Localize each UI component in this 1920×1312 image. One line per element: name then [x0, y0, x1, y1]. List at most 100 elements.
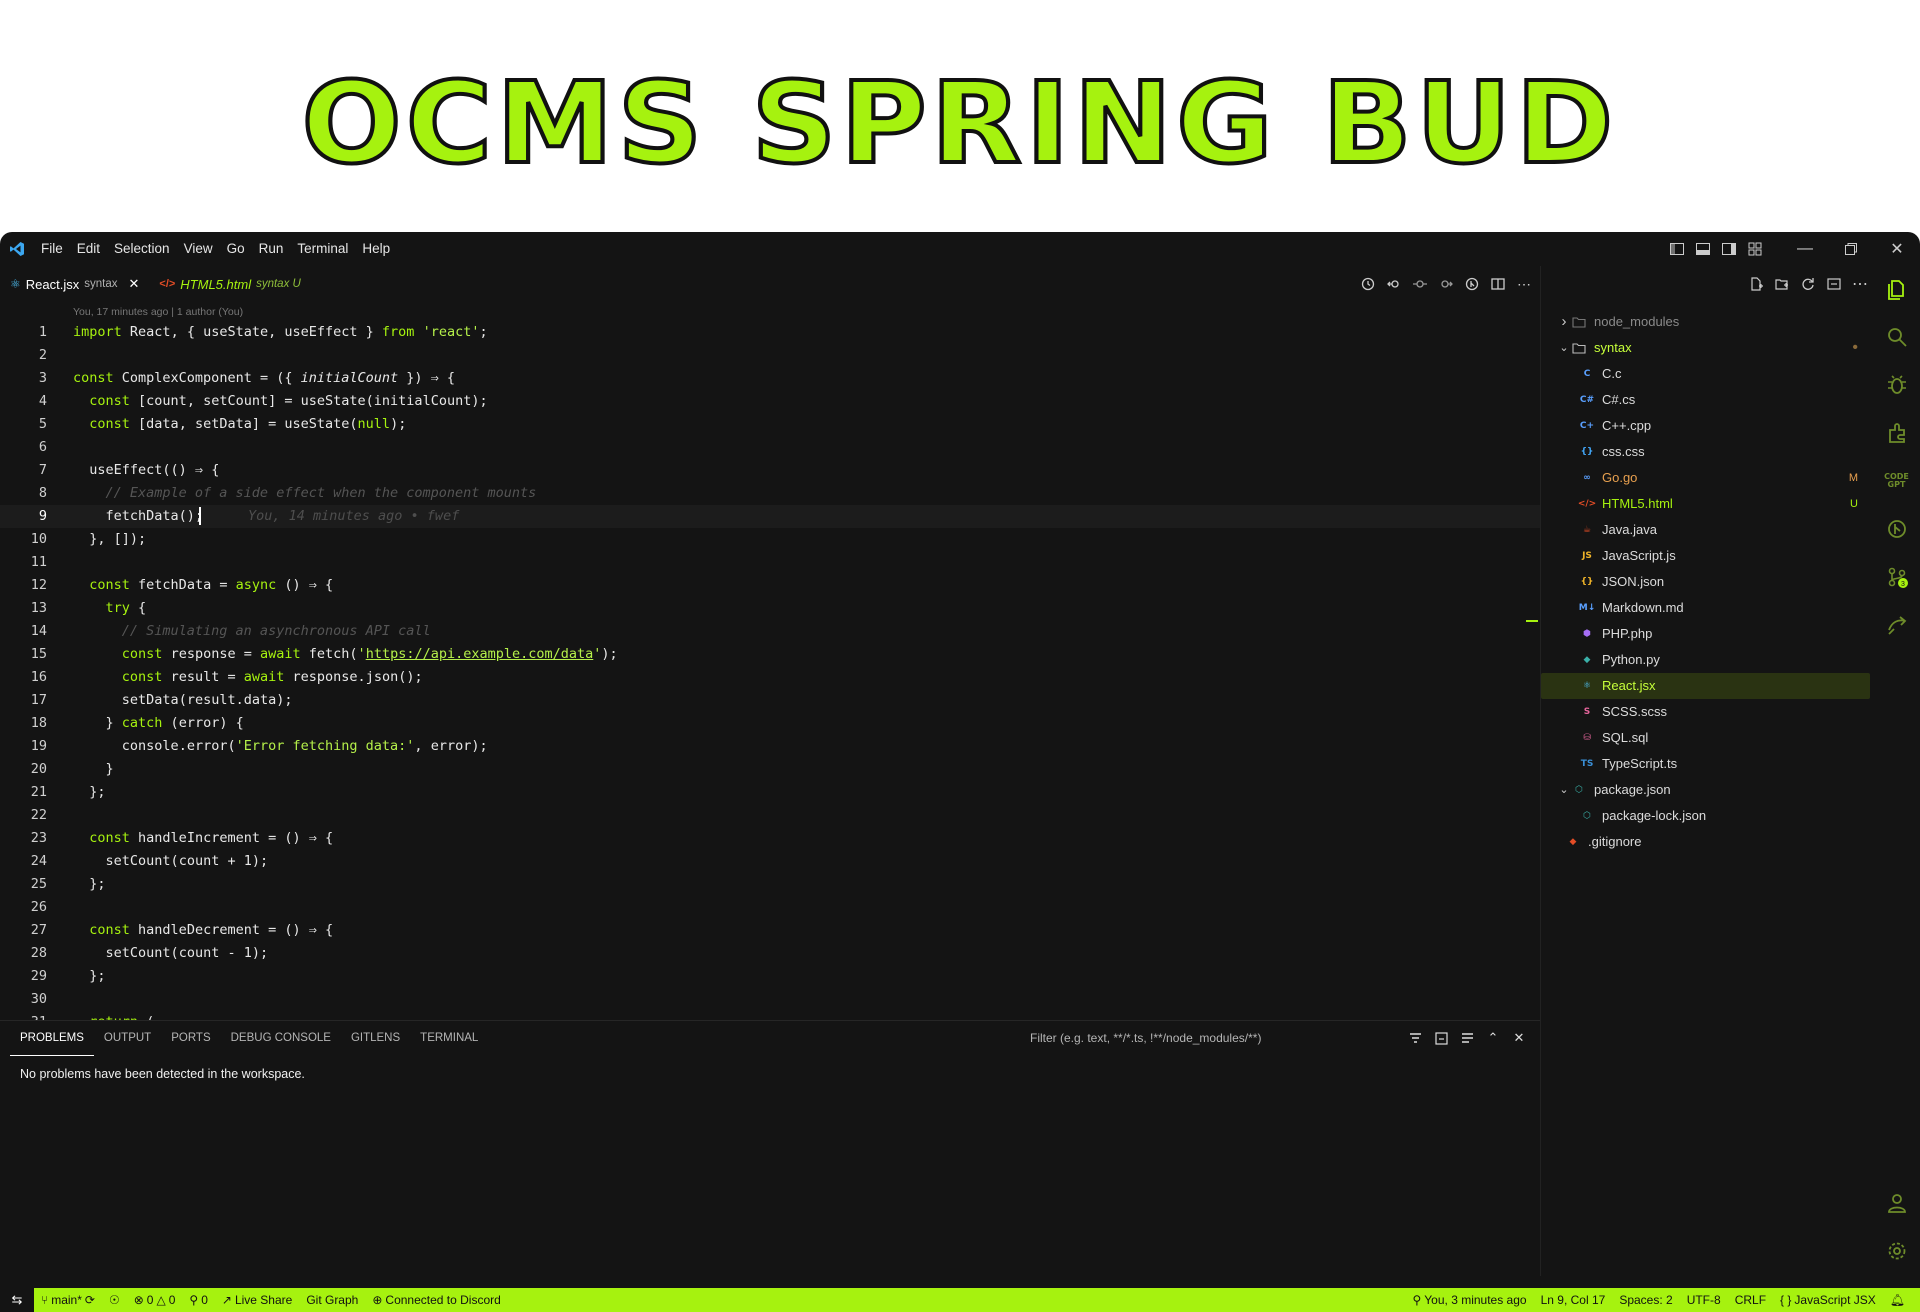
- close-window-icon[interactable]: ✕: [1874, 232, 1920, 266]
- code-line[interactable]: 31 return (: [0, 1011, 1540, 1020]
- menu-edit[interactable]: Edit: [70, 232, 107, 266]
- explorer-item-sql-sql[interactable]: ⛁ SQL.sql: [1541, 725, 1874, 751]
- explorer-item-react-jsx[interactable]: ⚛ React.jsx: [1541, 673, 1870, 699]
- collapse-all-icon[interactable]: [1430, 1027, 1452, 1049]
- close-panel-icon[interactable]: ✕: [1508, 1027, 1530, 1049]
- source-control-icon[interactable]: 3: [1873, 554, 1920, 600]
- encoding-status[interactable]: UTF-8: [1680, 1293, 1728, 1307]
- explorer-icon[interactable]: [1873, 266, 1920, 312]
- code-line[interactable]: 3 const ComplexComponent = ({ initialCoun…: [0, 367, 1540, 390]
- menu-go[interactable]: Go: [220, 232, 252, 266]
- discord-status[interactable]: ⊕ Connected to Discord: [365, 1293, 507, 1307]
- filter-icon[interactable]: [1404, 1027, 1426, 1049]
- panel-tab-terminal[interactable]: TERMINAL: [410, 1021, 488, 1056]
- ports-status[interactable]: ⚲ 0: [182, 1293, 214, 1307]
- explorer-item-gitignore[interactable]: ◆ .gitignore: [1541, 829, 1874, 855]
- explorer-item-syntax[interactable]: ⌄ syntax •: [1541, 335, 1874, 361]
- code-line[interactable]: 21 };: [0, 781, 1540, 804]
- code-line[interactable]: 1 import React, { useState, useEffect } f…: [0, 321, 1540, 344]
- explorer-item-php-php[interactable]: ⬢ PHP.php: [1541, 621, 1874, 647]
- notifications-bell-icon[interactable]: 🔔︎: [1883, 1293, 1912, 1307]
- explorer-item-go-go[interactable]: ∞ Go.go M: [1541, 465, 1874, 491]
- code-line[interactable]: 17 setData(result.data);: [0, 689, 1540, 712]
- split-editor-icon[interactable]: [1487, 273, 1509, 295]
- code-line[interactable]: 26: [0, 896, 1540, 919]
- more-actions-icon[interactable]: ⋯: [1513, 273, 1535, 295]
- explorer-item-python-py[interactable]: ◆ Python.py: [1541, 647, 1874, 673]
- code-editor[interactable]: You, 17 minutes ago | 1 author (You) 1 im…: [0, 302, 1540, 1020]
- cursor-position[interactable]: Ln 9, Col 17: [1534, 1293, 1613, 1307]
- blame-status[interactable]: ⚲ You, 3 minutes ago: [1405, 1293, 1533, 1307]
- toggle-primary-sidebar-icon[interactable]: [1664, 232, 1690, 266]
- remote-explorer-icon[interactable]: [1873, 602, 1920, 648]
- code-line[interactable]: 12 const fetchData = async () ⇒ {: [0, 574, 1540, 597]
- github-icon[interactable]: ☉: [102, 1293, 127, 1307]
- menu-file[interactable]: File: [34, 232, 70, 266]
- code-line[interactable]: 22: [0, 804, 1540, 827]
- maximize-panel-icon[interactable]: ⌃: [1482, 1027, 1504, 1049]
- next-change-icon[interactable]: [1435, 273, 1457, 295]
- code-line[interactable]: 27 const handleDecrement = () ⇒ {: [0, 919, 1540, 942]
- problems-filter-input[interactable]: Filter (e.g. text, **/*.ts, !**/node_mod…: [1030, 1031, 1261, 1045]
- menu-view[interactable]: View: [177, 232, 220, 266]
- view-as-list-icon[interactable]: [1456, 1027, 1478, 1049]
- code-line[interactable]: 19 console.error('Error fetching data:',…: [0, 735, 1540, 758]
- accounts-icon[interactable]: [1873, 1180, 1920, 1226]
- indentation-status[interactable]: Spaces: 2: [1612, 1293, 1679, 1307]
- explorer-item-html5-html[interactable]: </> HTML5.html U: [1541, 491, 1874, 517]
- codegpt-icon[interactable]: CODE GPT: [1873, 458, 1920, 504]
- gitlens-icon[interactable]: [1461, 273, 1483, 295]
- debug-icon[interactable]: [1873, 362, 1920, 408]
- collapse-folders-icon[interactable]: [1823, 273, 1845, 295]
- open-changes-icon[interactable]: [1383, 273, 1405, 295]
- code-line[interactable]: 29 };: [0, 965, 1540, 988]
- panel-tab-problems[interactable]: PROBLEMS: [10, 1021, 94, 1056]
- code-line[interactable]: 30: [0, 988, 1540, 1011]
- eol-status[interactable]: CRLF: [1728, 1293, 1773, 1307]
- explorer-item-json-json[interactable]: {} JSON.json: [1541, 569, 1874, 595]
- new-file-icon[interactable]: [1745, 273, 1767, 295]
- explorer-item-c-cs[interactable]: C# C#.cs: [1541, 387, 1874, 413]
- gitlens-inspect-icon[interactable]: [1873, 506, 1920, 552]
- new-folder-icon[interactable]: [1771, 273, 1793, 295]
- explorer-item-javascript-js[interactable]: JS JavaScript.js: [1541, 543, 1874, 569]
- language-mode[interactable]: { } JavaScript JSX: [1773, 1293, 1883, 1307]
- explorer-item-c-cpp[interactable]: C+ C++.cpp: [1541, 413, 1874, 439]
- minimize-icon[interactable]: —: [1782, 232, 1828, 266]
- extensions-icon[interactable]: [1873, 410, 1920, 456]
- explorer-item-package-lock-json[interactable]: ⬡ package-lock.json: [1541, 803, 1874, 829]
- git-graph-status[interactable]: Git Graph: [299, 1293, 365, 1307]
- panel-tab-output[interactable]: OUTPUT: [94, 1021, 161, 1056]
- explorer-item-node-modules[interactable]: › node_modules: [1541, 309, 1874, 335]
- code-line[interactable]: 6: [0, 436, 1540, 459]
- explorer-item-package-json[interactable]: ⌄ ⬡ package.json: [1541, 777, 1874, 803]
- panel-tab-debug-console[interactable]: DEBUG CONSOLE: [221, 1021, 341, 1056]
- problems-status[interactable]: ⊗ 0 △ 0: [127, 1293, 183, 1307]
- code-line[interactable]: 13 try {: [0, 597, 1540, 620]
- explorer-item-scss-scss[interactable]: S SCSS.scss: [1541, 699, 1874, 725]
- panel-tab-gitlens[interactable]: GITLENS: [341, 1021, 410, 1056]
- branch-status[interactable]: ⑂ main* ⟳: [34, 1293, 102, 1307]
- menu-help[interactable]: Help: [355, 232, 397, 266]
- code-line[interactable]: 15 const response = await fetch('https:/…: [0, 643, 1540, 666]
- code-line[interactable]: 23 const handleIncrement = () ⇒ {: [0, 827, 1540, 850]
- code-line[interactable]: 16 const result = await response.json();: [0, 666, 1540, 689]
- tab-close-icon[interactable]: ✕: [128, 276, 139, 292]
- codelens-authors[interactable]: You, 17 minutes ago | 1 author (You): [73, 306, 243, 318]
- toggle-panel-icon[interactable]: [1690, 232, 1716, 266]
- tab-html5-html[interactable]: </> HTML5.html syntax U: [149, 266, 310, 302]
- explorer-item-typescript-ts[interactable]: TS TypeScript.ts: [1541, 751, 1874, 777]
- previous-change-icon[interactable]: [1409, 273, 1431, 295]
- customize-layout-icon[interactable]: [1742, 232, 1768, 266]
- code-line[interactable]: 20 }: [0, 758, 1540, 781]
- search-icon[interactable]: [1873, 314, 1920, 360]
- code-line[interactable]: 25 };: [0, 873, 1540, 896]
- explorer-item-c-c[interactable]: C C.c: [1541, 361, 1874, 387]
- code-line[interactable]: 9 fetchData(); You, 14 minutes ago • fwef: [0, 505, 1540, 528]
- code-line[interactable]: 24 setCount(count + 1);: [0, 850, 1540, 873]
- code-line[interactable]: 4 const [count, setCount] = useState(ini…: [0, 390, 1540, 413]
- code-line[interactable]: 14 // Simulating an asynchronous API cal…: [0, 620, 1540, 643]
- refresh-explorer-icon[interactable]: [1797, 273, 1819, 295]
- code-line[interactable]: 28 setCount(count - 1);: [0, 942, 1540, 965]
- explorer-item-java-java[interactable]: ☕ Java.java: [1541, 517, 1874, 543]
